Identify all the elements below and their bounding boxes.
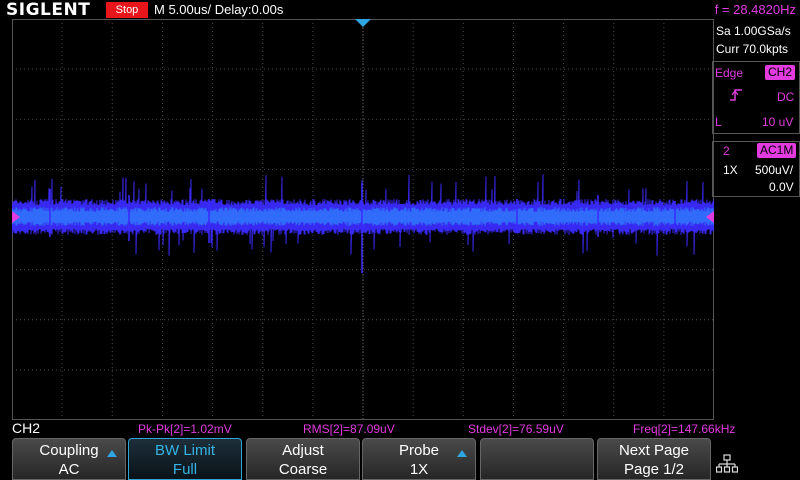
memory-depth: Curr 70.0kpts (716, 42, 789, 56)
vertical-scale: 500uV/ (755, 163, 794, 177)
top-status-bar: SIGLENT Stop M 5.00us/ Delay:0.00s f = 2… (0, 0, 800, 20)
measurement-stdev: Stdev[2]=76.59uV (468, 422, 564, 436)
right-info-panel: Sa 1.00GSa/s Curr 70.0kpts Edge CH2 DC L… (712, 19, 800, 420)
trigger-coupling: DC (777, 90, 795, 104)
probe-softkey[interactable]: Probe 1X (362, 438, 476, 480)
channel-panel[interactable]: 2 AC1M 1X 500uV/ 0.0V (712, 141, 800, 197)
trigger-panel[interactable]: Edge CH2 DC L 10 uV (712, 61, 800, 134)
sample-rate: Sa 1.00GSa/s (716, 24, 791, 38)
softkey-value: Coarse (278, 461, 328, 478)
softkey-value: Full (172, 461, 198, 478)
bw-limit-softkey[interactable]: BW Limit Full (128, 438, 242, 480)
softkey-title: BW Limit (155, 442, 215, 459)
softkey-title: Next Page (618, 442, 690, 459)
trigger-source-badge: CH2 (765, 65, 796, 80)
rising-edge-icon (730, 89, 742, 101)
trigger-position-marker (355, 19, 371, 27)
probe-attenuation: 1X (723, 163, 738, 177)
ch2-noise-trace-core (12, 206, 714, 227)
trigger-level-label: L (715, 115, 722, 129)
next-page-softkey[interactable]: Next Page Page 1/2 (597, 438, 711, 480)
measurement-pkpk: Pk-Pk[2]=1.02mV (138, 422, 232, 436)
blank-softkey[interactable] (480, 438, 594, 480)
graticule (12, 19, 714, 420)
softkey-menu: Coupling AC BW Limit Full Adjust Coarse … (0, 438, 800, 480)
softkey-value: AC (58, 461, 80, 478)
channel-number: 2 (723, 144, 730, 158)
softkey-title: Adjust (282, 442, 324, 459)
active-channel-label: CH2 (12, 420, 41, 436)
adjust-softkey[interactable]: Adjust Coarse (246, 438, 360, 480)
trigger-level: 10 uV (762, 115, 794, 129)
brand-logo: SIGLENT (6, 0, 91, 20)
coupling-softkey[interactable]: Coupling AC (12, 438, 126, 480)
channel-impedance-badge: AC1M (757, 143, 797, 158)
waveform-display[interactable] (12, 19, 714, 420)
softkey-value: Page 1/2 (623, 461, 685, 478)
run-stop-indicator[interactable]: Stop (106, 2, 148, 18)
network-icon (716, 454, 738, 473)
up-arrow-icon (107, 450, 117, 457)
measurement-rms: RMS[2]=87.09uV (303, 422, 395, 436)
measurement-freq: Freq[2]=147.66kHz (633, 422, 736, 436)
frequency-counter: f = 28.4820Hz (714, 2, 796, 17)
measurement-bar: CH2 Pk-Pk[2]=1.02mV RMS[2]=87.09uV Stdev… (0, 420, 800, 437)
timebase-readout[interactable]: M 5.00us/ Delay:0.00s (154, 0, 283, 20)
softkey-value: 1X (409, 461, 429, 478)
vertical-offset: 0.0V (769, 180, 794, 194)
trigger-type: Edge (715, 66, 744, 80)
up-arrow-icon (457, 450, 467, 457)
